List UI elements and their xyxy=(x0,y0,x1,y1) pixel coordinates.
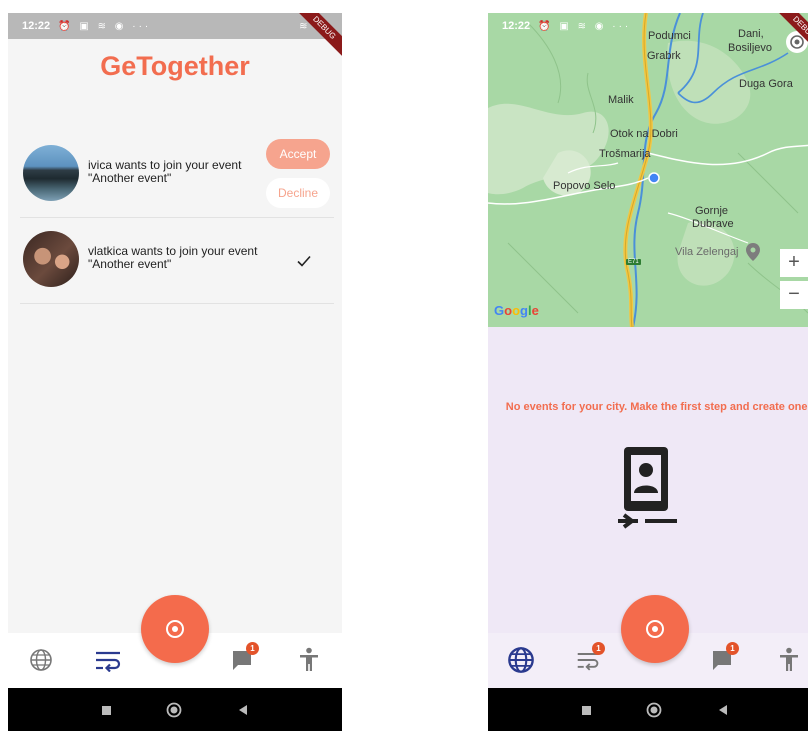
circle-icon xyxy=(166,702,182,718)
status-bar: 12:22 ⏰ ▣ ≋ ◉ ··· xyxy=(488,13,808,39)
google-logo: Google xyxy=(494,303,539,318)
back-triangle-icon xyxy=(239,705,247,715)
nav-requests[interactable] xyxy=(93,645,123,675)
map-label: Dubrave xyxy=(692,218,734,230)
create-event-button[interactable] xyxy=(141,595,209,663)
road-shield: E71 xyxy=(626,259,641,265)
map-label: Trošmarija xyxy=(599,148,651,160)
back-triangle-icon xyxy=(719,705,727,715)
accessibility-icon xyxy=(300,647,318,671)
map-label: Bosiljevo xyxy=(728,42,773,54)
nav-explore[interactable] xyxy=(26,645,56,675)
circle-icon xyxy=(646,702,662,718)
map-label: Gornje xyxy=(695,205,729,217)
back-button[interactable] xyxy=(235,702,251,718)
map-label: Grabrk xyxy=(647,50,681,62)
map-label: Popovo Selo xyxy=(553,180,616,192)
recents-button[interactable] xyxy=(578,702,594,718)
requests-screen: 12:22 ⏰ ▣ ≋ ◉ ··· ≋ .ıl DEBUG GeTogether… xyxy=(8,13,342,731)
nav-chat[interactable]: 1 xyxy=(707,642,739,675)
status-time: 12:22 xyxy=(22,20,51,32)
chat-badge: 1 xyxy=(246,642,259,655)
app-title: GeTogether xyxy=(100,51,250,81)
checkmark-icon xyxy=(297,255,311,267)
contact-card-icon xyxy=(618,447,677,529)
location-pin-icon[interactable] xyxy=(746,243,760,261)
status-bar: 12:22 ⏰ ▣ ≋ ◉ ··· ≋ .ıl xyxy=(8,13,342,39)
avatar xyxy=(23,145,79,201)
decline-button[interactable]: Decline xyxy=(266,178,330,208)
square-icon xyxy=(101,705,111,715)
recents-button[interactable] xyxy=(98,702,114,718)
join-request-row: ivica wants to join your event "Another … xyxy=(20,131,334,218)
create-event-button[interactable] xyxy=(621,595,689,663)
nav-accessibility[interactable] xyxy=(294,645,324,675)
map-label: Otok na Dobri xyxy=(610,128,678,140)
empty-state-message: No events for your city. Make the first … xyxy=(505,401,808,413)
requests-badge: 1 xyxy=(592,642,605,655)
map-label: Duga Gora xyxy=(739,78,793,90)
notification-icons: ⏰ ▣ ≋ ◉ ··· xyxy=(58,20,152,32)
home-button[interactable] xyxy=(166,702,182,718)
map-view[interactable]: Podumci Dani, Bosiljevo Grabrk Duga Gora… xyxy=(488,13,808,327)
request-text: ivica wants to join your event "Another … xyxy=(88,158,242,185)
square-icon xyxy=(581,705,591,715)
nav-chat[interactable]: 1 xyxy=(227,642,259,675)
zoom-in-button[interactable]: + xyxy=(780,249,808,277)
join-request-row: vlatkica wants to join your event "Anoth… xyxy=(20,217,334,304)
accept-button[interactable]: Accept xyxy=(266,139,330,169)
back-button[interactable] xyxy=(715,702,731,718)
system-nav-bar xyxy=(488,688,808,731)
globe-icon xyxy=(508,647,534,673)
home-button[interactable] xyxy=(646,702,662,718)
explore-screen: Podumci Dani, Bosiljevo Grabrk Duga Gora… xyxy=(488,13,808,731)
notification-icons: ⏰ ▣ ≋ ◉ ··· xyxy=(538,20,632,32)
map-label: Malik xyxy=(608,94,634,106)
status-time: 12:22 xyxy=(502,20,531,32)
chat-badge: 1 xyxy=(726,642,739,655)
accessibility-icon xyxy=(780,647,798,671)
nav-requests[interactable]: 1 xyxy=(573,642,605,675)
globe-icon xyxy=(30,649,52,671)
map-label: Vila Zelengaj xyxy=(675,246,739,258)
request-text: vlatkica wants to join your event "Anoth… xyxy=(88,244,258,271)
nav-accessibility[interactable] xyxy=(774,645,804,675)
zoom-out-button[interactable]: − xyxy=(780,281,808,309)
wrap-text-icon xyxy=(96,651,121,672)
target-icon xyxy=(166,620,184,638)
target-icon xyxy=(646,620,664,638)
nav-explore[interactable] xyxy=(506,645,536,675)
system-nav-bar xyxy=(8,688,342,731)
avatar xyxy=(23,231,79,287)
